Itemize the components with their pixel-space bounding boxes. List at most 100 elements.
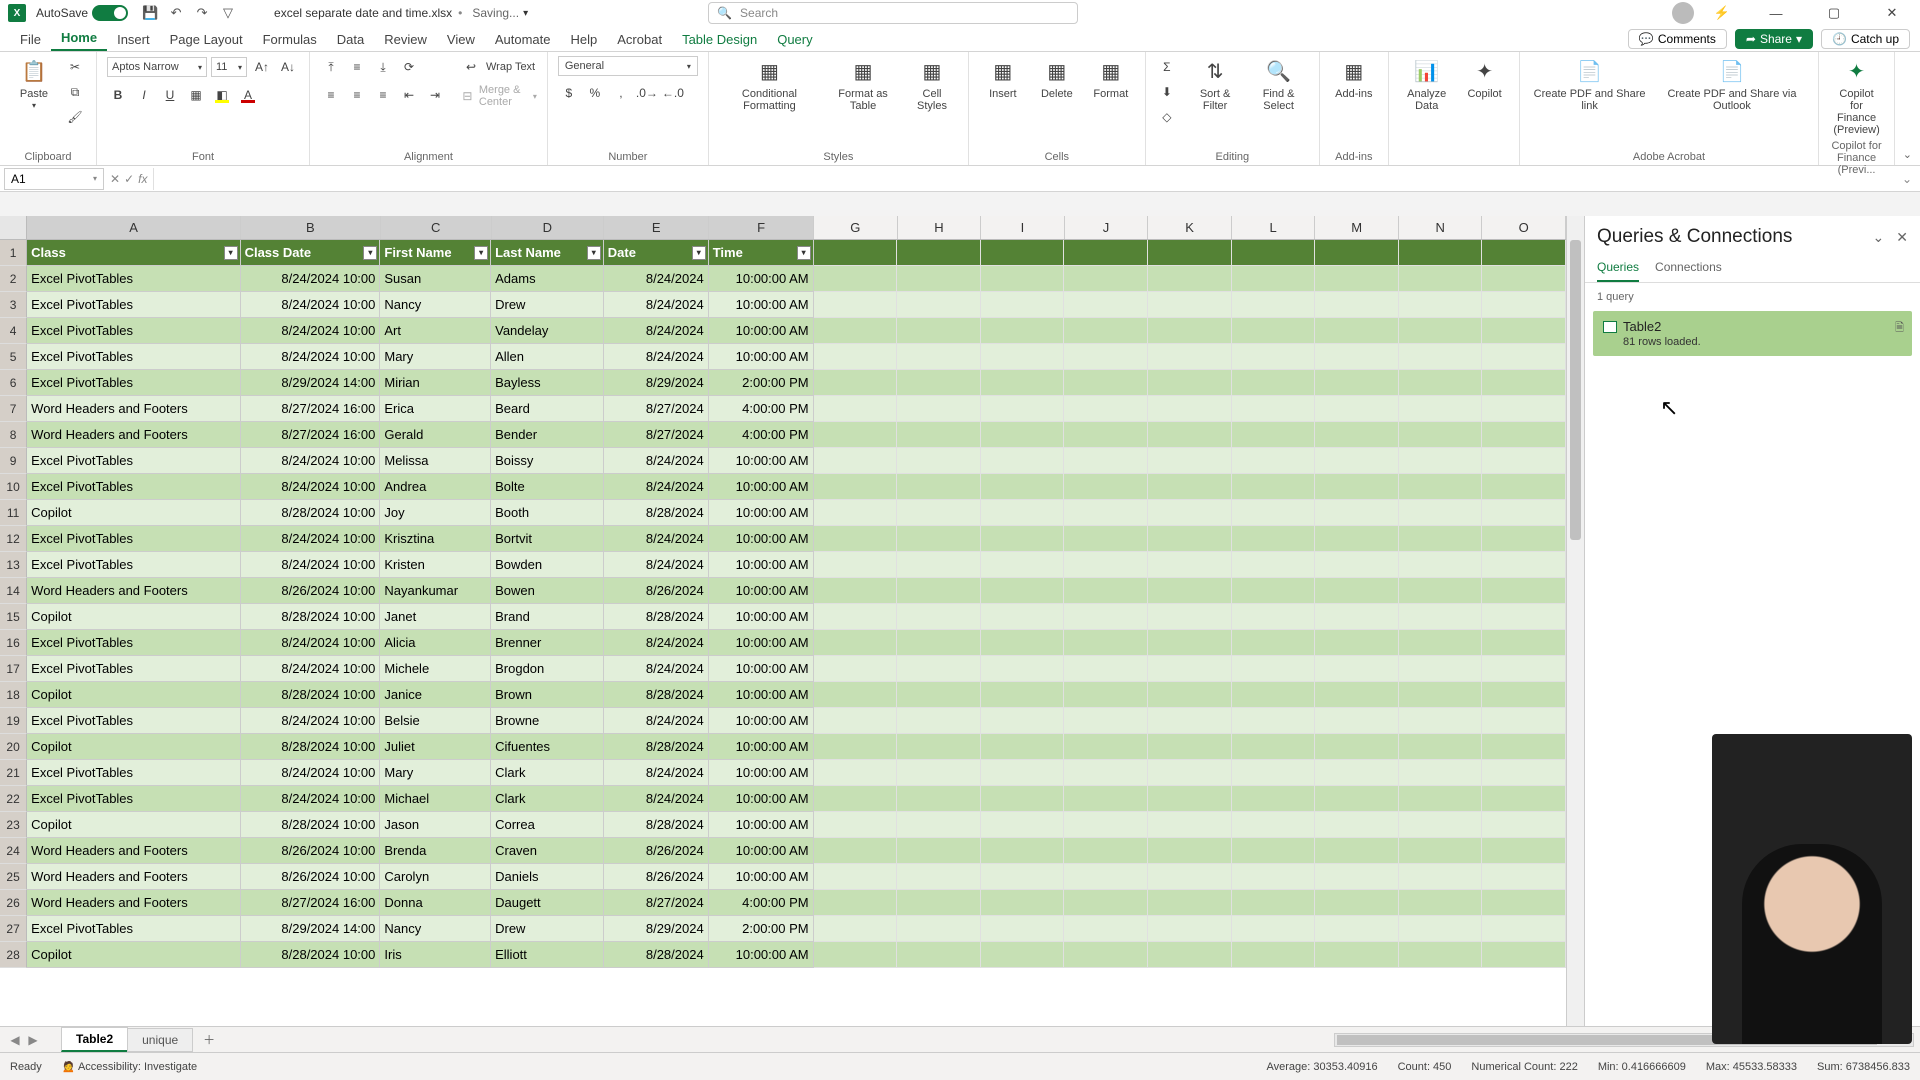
cell[interactable]: 10:00:00 AM [709, 578, 814, 604]
cell[interactable]: Bayless [491, 370, 604, 396]
cell[interactable]: 8/24/2024 [604, 786, 709, 812]
cell[interactable]: 8/28/2024 [604, 812, 709, 838]
cell[interactable]: Craven [491, 838, 604, 864]
cell[interactable]: 8/24/2024 10:00 [241, 708, 381, 734]
empty-cell[interactable] [1232, 500, 1316, 526]
empty-cell[interactable] [1482, 266, 1566, 292]
empty-cell[interactable] [814, 760, 898, 786]
empty-cell[interactable] [1315, 266, 1399, 292]
tab-automate[interactable]: Automate [485, 28, 561, 51]
cell[interactable]: 8/24/2024 [604, 318, 709, 344]
empty-cell[interactable] [1148, 812, 1232, 838]
cell[interactable]: Bowen [491, 578, 604, 604]
empty-cell[interactable] [814, 422, 898, 448]
cell[interactable]: Vandelay [491, 318, 604, 344]
cell[interactable]: 8/24/2024 [604, 552, 709, 578]
cell[interactable]: Word Headers and Footers [27, 396, 240, 422]
comments-button[interactable]: 💬Comments [1628, 29, 1727, 49]
insert-cells-button[interactable]: ▦Insert [979, 56, 1027, 102]
fill-color-icon[interactable]: ◧ [211, 84, 233, 106]
cell[interactable]: Michele [380, 656, 491, 682]
clear-icon[interactable]: ◇ [1156, 106, 1178, 128]
table-header-cell[interactable]: Class▾ [27, 240, 240, 266]
empty-cell[interactable] [1232, 760, 1316, 786]
cell[interactable]: 8/24/2024 10:00 [241, 552, 381, 578]
empty-cell[interactable] [1064, 526, 1148, 552]
empty-cell[interactable] [1399, 344, 1483, 370]
empty-cell[interactable] [814, 266, 898, 292]
collapse-ribbon-icon[interactable]: ⌄ [1895, 144, 1920, 165]
empty-cell[interactable] [1315, 838, 1399, 864]
cell[interactable]: Clark [491, 760, 604, 786]
cell[interactable]: Word Headers and Footers [27, 890, 240, 916]
row-number[interactable]: 23 [0, 812, 27, 838]
cell[interactable]: Excel PivotTables [27, 266, 240, 292]
align-middle-icon[interactable]: ≡ [346, 56, 368, 78]
empty-cell[interactable] [1148, 734, 1232, 760]
empty-cell[interactable] [1148, 396, 1232, 422]
cell[interactable]: Bender [491, 422, 604, 448]
empty-cell[interactable] [814, 942, 898, 968]
cut-icon[interactable]: ✂ [64, 56, 86, 78]
cell[interactable]: Janice [380, 682, 491, 708]
cancel-formula-icon[interactable]: ✕ [110, 172, 120, 186]
cell[interactable]: Mary [380, 344, 491, 370]
cell[interactable]: 8/29/2024 14:00 [241, 916, 381, 942]
row-number[interactable]: 15 [0, 604, 27, 630]
empty-cell[interactable] [1148, 786, 1232, 812]
empty-cell[interactable] [1482, 344, 1566, 370]
empty-cell[interactable] [981, 890, 1065, 916]
cell[interactable]: 8/28/2024 [604, 604, 709, 630]
row-number[interactable]: 9 [0, 448, 27, 474]
empty-cell[interactable] [1399, 552, 1483, 578]
cell[interactable]: Michael [380, 786, 491, 812]
cell[interactable]: Excel PivotTables [27, 344, 240, 370]
cell[interactable]: Donna [380, 890, 491, 916]
cell[interactable]: 8/24/2024 [604, 266, 709, 292]
empty-cell[interactable] [1482, 812, 1566, 838]
empty-cell[interactable] [1232, 448, 1316, 474]
cell[interactable]: Bortvit [491, 526, 604, 552]
cell[interactable]: Excel PivotTables [27, 916, 240, 942]
fx-icon[interactable]: fx [138, 172, 147, 186]
cell[interactable]: 8/27/2024 [604, 396, 709, 422]
empty-cell[interactable] [1232, 344, 1316, 370]
addins-button[interactable]: ▦Add-ins [1330, 56, 1378, 102]
accounting-icon[interactable]: $ [558, 82, 580, 104]
format-cells-button[interactable]: ▦Format [1087, 56, 1135, 102]
decrease-font-icon[interactable]: A↓ [277, 56, 299, 78]
new-sheet-button[interactable]: ＋ [203, 1031, 215, 1048]
cell[interactable]: Word Headers and Footers [27, 864, 240, 890]
cell[interactable]: Copilot [27, 734, 240, 760]
empty-cell[interactable] [1148, 500, 1232, 526]
empty-cell[interactable] [1315, 344, 1399, 370]
empty-cell[interactable] [897, 760, 981, 786]
pane-close-icon[interactable]: ✕ [1896, 229, 1908, 246]
empty-cell[interactable] [1399, 500, 1483, 526]
empty-cell[interactable] [981, 474, 1065, 500]
cell[interactable]: Brenda [380, 838, 491, 864]
tab-connections[interactable]: Connections [1655, 254, 1722, 282]
cell[interactable]: 8/24/2024 10:00 [241, 760, 381, 786]
empty-cell[interactable] [814, 864, 898, 890]
cell[interactable]: 8/27/2024 [604, 890, 709, 916]
empty-cell[interactable] [1482, 734, 1566, 760]
cell[interactable]: Beard [491, 396, 604, 422]
empty-cell[interactable] [1232, 786, 1316, 812]
ribbon-mode-icon[interactable]: ⚡ [1712, 3, 1732, 23]
cell[interactable]: 10:00:00 AM [709, 500, 814, 526]
column-header[interactable]: D [492, 216, 605, 239]
empty-cell[interactable] [1232, 604, 1316, 630]
tab-table-design[interactable]: Table Design [672, 28, 767, 51]
empty-cell[interactable] [814, 240, 898, 266]
empty-cell[interactable] [1064, 838, 1148, 864]
empty-cell[interactable] [1482, 916, 1566, 942]
empty-cell[interactable] [1064, 370, 1148, 396]
cell[interactable]: Excel PivotTables [27, 318, 240, 344]
empty-cell[interactable] [814, 578, 898, 604]
save-icon[interactable]: 💾 [140, 3, 160, 23]
copilot-finance-button[interactable]: ✦Copilot for Finance (Preview) [1829, 56, 1883, 138]
empty-cell[interactable] [1399, 890, 1483, 916]
paste-button[interactable]: 📋 Paste ▾ [10, 56, 58, 113]
tab-acrobat[interactable]: Acrobat [607, 28, 672, 51]
